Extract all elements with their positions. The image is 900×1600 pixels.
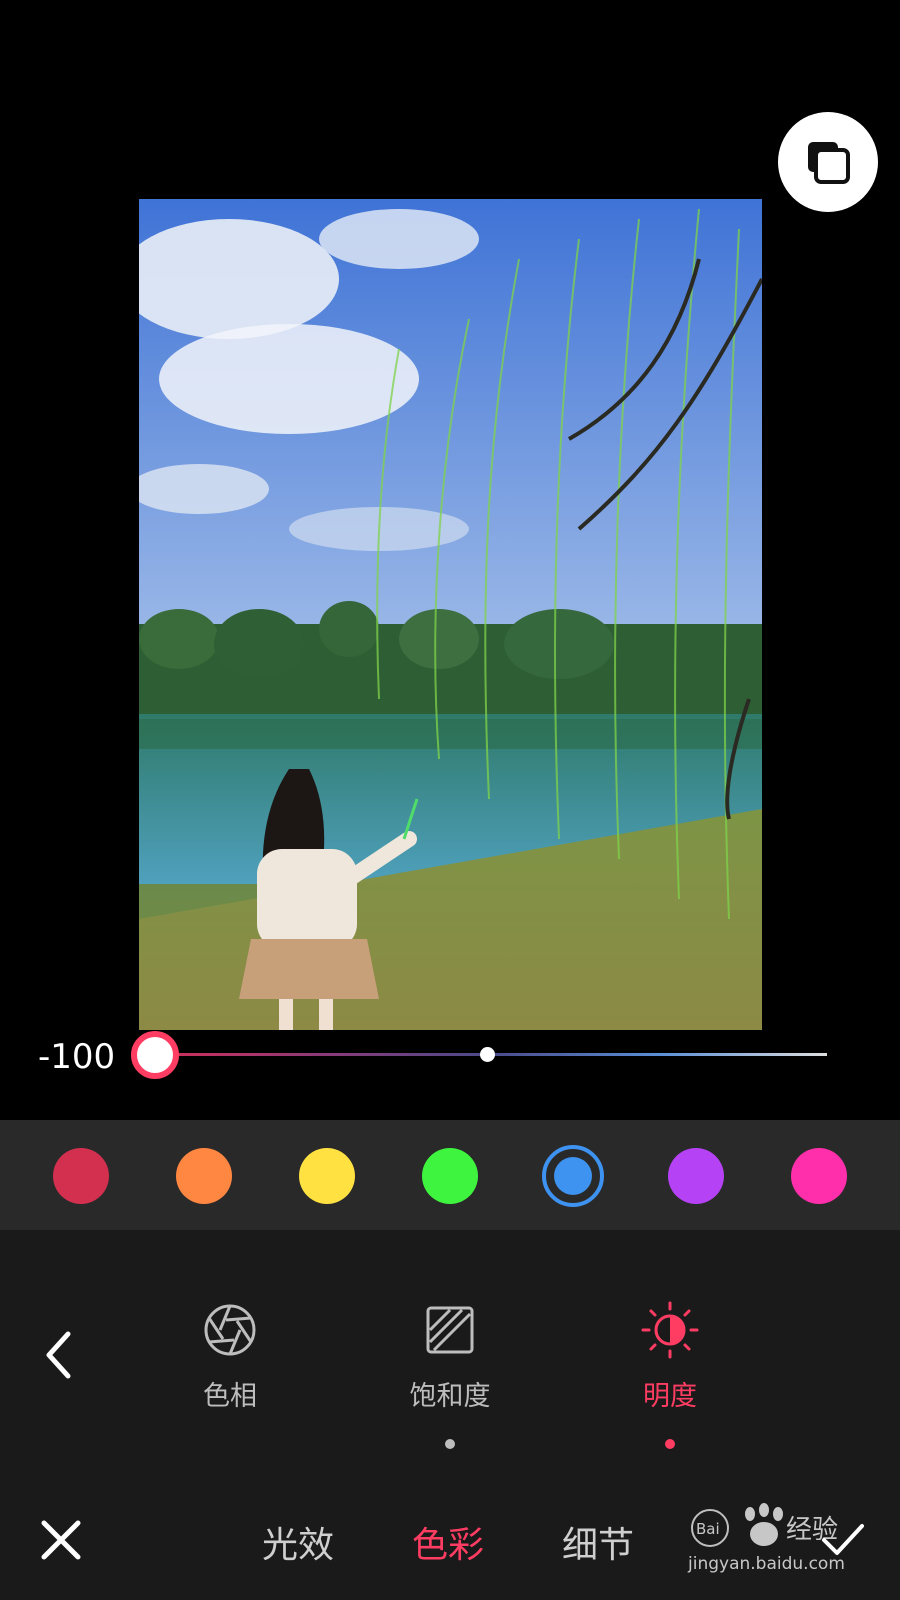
confirm-button[interactable] [820,1520,866,1560]
swatch-orange[interactable] [176,1148,232,1204]
close-button[interactable] [38,1517,84,1563]
tool-brightness-indicator [665,1439,675,1449]
check-icon [822,1524,864,1555]
nav-tab-color[interactable]: 色彩 [412,1516,484,1568]
swatch-blue-fill [554,1157,592,1195]
swatch-pink[interactable] [791,1148,847,1204]
tool-hue[interactable]: 色相 [160,1300,300,1449]
hatched-square-icon [426,1306,474,1354]
tool-saturation[interactable]: 饱和度 [380,1300,520,1449]
close-icon [41,1520,81,1560]
swatch-red[interactable] [53,1148,109,1204]
slider-value: -100 [38,1037,116,1077]
nav-tab-detail[interactable]: 细节 [562,1516,634,1568]
photo-scene [139,199,762,1030]
swatch-yellow[interactable] [299,1148,355,1204]
tool-brightness-label: 明度 [643,1381,697,1412]
back-button[interactable] [36,1325,80,1385]
compare-button[interactable] [778,112,878,212]
sun-half-icon [641,1301,699,1359]
swatch-purple[interactable] [668,1148,724,1204]
svg-text:Bai: Bai [696,1520,720,1538]
color-swatch-bar [0,1120,900,1230]
aperture-icon [204,1304,256,1356]
chevron-left-icon [46,1331,71,1379]
swatch-green[interactable] [422,1148,478,1204]
swatch-blue[interactable] [542,1145,604,1207]
nav-tab-light[interactable]: 光效 [262,1516,334,1568]
tool-brightness[interactable]: 明度 [600,1300,740,1449]
slider-thumb[interactable] [131,1031,179,1079]
compare-layers-icon [808,142,850,184]
tool-hue-label: 色相 [203,1381,257,1412]
tool-saturation-indicator [445,1439,455,1449]
slider-center-mark [480,1047,495,1062]
edited-photo [139,199,762,1030]
tool-saturation-label: 饱和度 [409,1381,491,1412]
